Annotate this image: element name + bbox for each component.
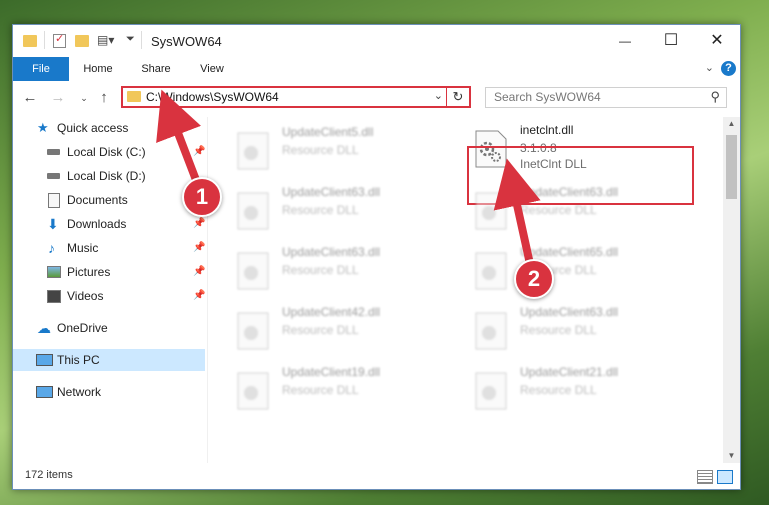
arrow-to-address-bar [156,89,201,184]
arrow-to-dll-file [493,158,541,268]
step-1-callout: 1 [182,177,222,217]
step-2-callout: 2 [514,259,554,299]
annotation-arrows [156,89,541,268]
